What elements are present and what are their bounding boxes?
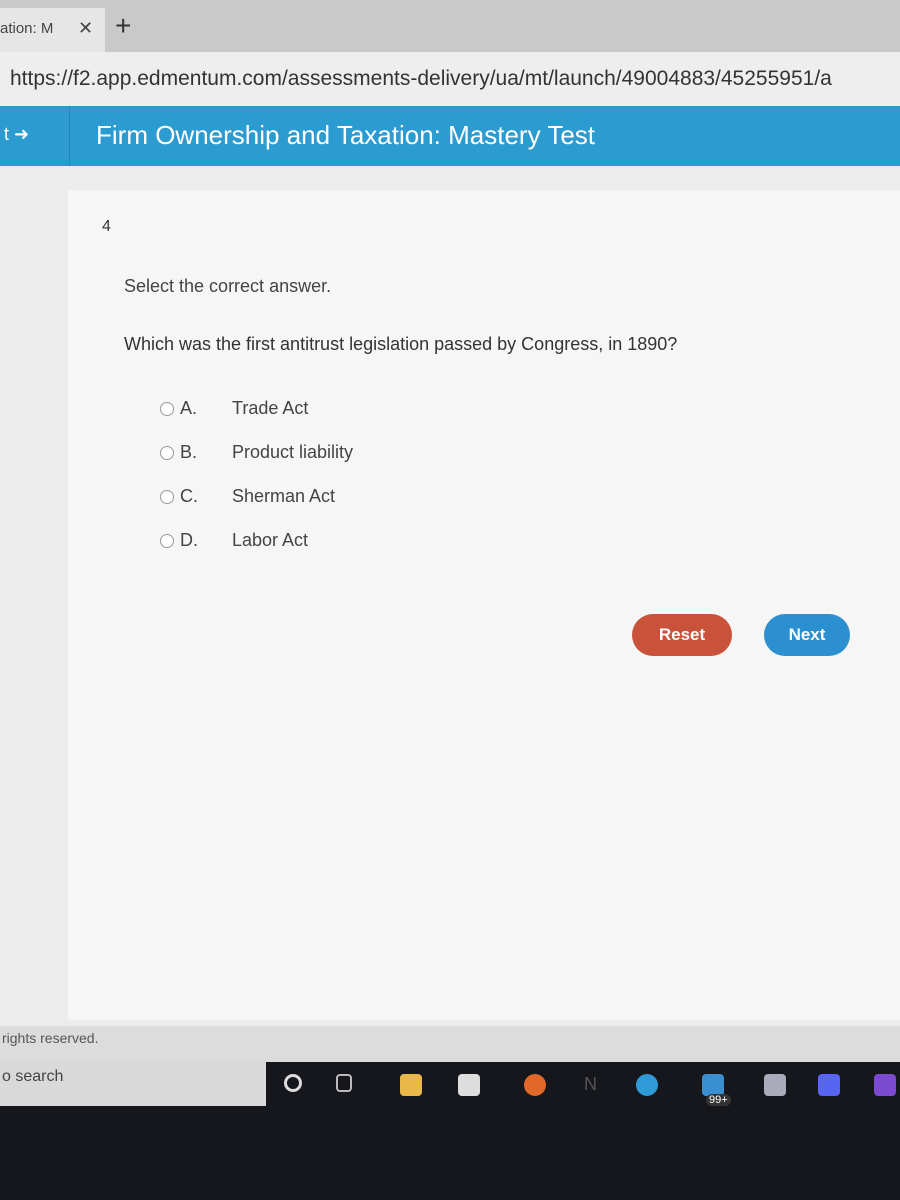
option-label: Sherman Act [232, 486, 336, 506]
option-letter: A. [180, 398, 198, 418]
option-letter: C. [180, 486, 198, 506]
option-a[interactable]: A. Trade Act [160, 398, 308, 419]
store-icon[interactable] [458, 1074, 480, 1096]
radio-icon[interactable] [160, 401, 174, 416]
url-text: https://f2.app.edmentum.com/assessments-… [10, 67, 832, 90]
option-c[interactable]: C. Sherman Act [160, 486, 335, 507]
edge-icon[interactable] [636, 1074, 658, 1096]
taskbar-search[interactable]: o search [0, 1062, 266, 1106]
arrow-right-circle-icon: ➜ [14, 124, 30, 144]
address-bar[interactable]: https://f2.app.edmentum.com/assessments-… [0, 52, 900, 106]
option-d[interactable]: D. Labor Act [160, 530, 308, 551]
option-b[interactable]: B. Product liability [160, 442, 353, 463]
twitch-icon[interactable] [874, 1074, 896, 1096]
tab-title: ation: M [0, 20, 54, 37]
question-card: 4 Select the correct answer. Which was t… [68, 190, 900, 1020]
nav-back[interactable]: t ➜ [0, 106, 70, 166]
question-number: 4 [102, 218, 111, 235]
page-title: Firm Ownership and Taxation: Mastery Tes… [96, 120, 596, 150]
footer: rights reserved. [0, 1026, 900, 1062]
firefox-icon[interactable] [524, 1074, 546, 1096]
option-label: Product liability [232, 442, 354, 462]
new-tab-icon[interactable]: + [115, 10, 131, 42]
discord-icon[interactable] [818, 1074, 840, 1096]
mail-icon[interactable] [702, 1074, 724, 1096]
radio-icon[interactable] [160, 445, 174, 460]
option-label: Trade Act [232, 398, 309, 418]
close-tab-icon[interactable]: ✕ [78, 18, 93, 39]
nav-label: t [4, 124, 10, 144]
steam-icon[interactable] [764, 1074, 786, 1096]
browser-tab[interactable]: ation: M ✕ [0, 8, 105, 52]
cortana-icon[interactable] [284, 1074, 302, 1092]
test-header: t ➜ Firm Ownership and Taxation: Mastery… [0, 106, 900, 166]
next-button[interactable]: Next [764, 614, 850, 656]
question-text: Which was the first antitrust legislatio… [124, 334, 678, 354]
app-n-icon[interactable]: N [584, 1074, 606, 1096]
mail-badge: 99+ [706, 1094, 731, 1106]
option-label: Labor Act [232, 530, 309, 550]
reset-button[interactable]: Reset [632, 614, 732, 656]
instruction: Select the correct answer. [124, 276, 332, 296]
file-explorer-icon[interactable] [400, 1074, 422, 1096]
task-view-icon[interactable] [336, 1074, 352, 1092]
main-content: 4 Select the correct answer. Which was t… [0, 166, 900, 1026]
radio-icon[interactable] [160, 533, 174, 548]
taskbar: o search N 99+ [0, 1062, 900, 1200]
option-letter: B. [180, 442, 198, 462]
option-letter: D. [180, 530, 198, 550]
browser-tab-bar: ation: M ✕ + [0, 0, 900, 52]
radio-icon[interactable] [160, 489, 174, 504]
